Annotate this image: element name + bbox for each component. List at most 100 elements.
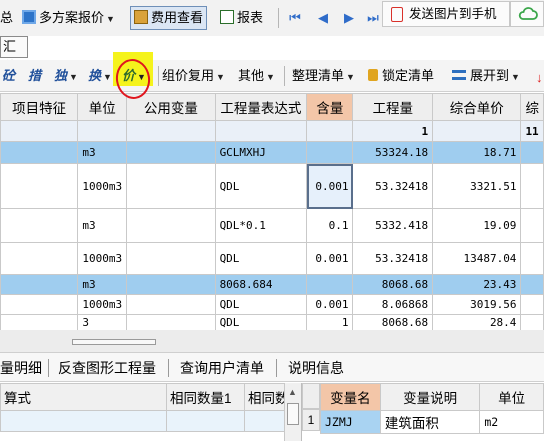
lock-list-button[interactable]: 锁定清单 <box>368 66 434 86</box>
cell-expression[interactable]: QDL <box>214 314 308 331</box>
quantity-detail-panel: 算式 相同数量1 相同数 ▲ <box>0 383 302 441</box>
first-page-icon[interactable]: ⏮ <box>288 9 302 27</box>
send-image-to-phone-button[interactable]: 发送图片到手机 <box>382 1 510 27</box>
cell-content[interactable] <box>306 274 354 295</box>
cell-content[interactable]: 0.1 <box>306 208 354 243</box>
summary-next: 11 <box>520 120 544 142</box>
col-header-total[interactable]: 综 <box>520 93 544 121</box>
cell-unit[interactable]: 3 <box>77 314 128 331</box>
cell-content[interactable]: 0.001 <box>306 294 354 315</box>
cell-expression[interactable]: GCLMXHJ <box>214 141 308 164</box>
table-row[interactable]: m3 QDL*0.1 0.1 5332.418 19.09 <box>0 208 544 243</box>
cell-expression[interactable]: 8068.684 <box>214 274 308 295</box>
next-page-icon[interactable]: ▶ <box>342 9 356 27</box>
cell-quantity[interactable]: 53.32418 <box>352 242 434 275</box>
tab-description[interactable]: 说明信息 <box>288 353 344 383</box>
cell-expression[interactable]: QDL <box>214 163 308 209</box>
col-header-same-qty-1[interactable]: 相同数量1 <box>166 383 245 411</box>
independent-button[interactable]: 独 ▼ <box>54 66 78 86</box>
cell-unit-price[interactable]: 13487.04 <box>432 242 522 275</box>
fee-view-button[interactable]: 费用查看 <box>130 6 208 30</box>
lock-icon <box>368 69 378 81</box>
cell-unit[interactable]: m3 <box>77 274 128 295</box>
other-menu[interactable]: 其他 ▼ <box>238 66 275 86</box>
variable-table: 变量名 变量说明 单位 JZMJ 建筑面积 m2 <box>320 383 544 434</box>
cell-unit-price[interactable]: 18.71 <box>432 141 522 164</box>
replace-button[interactable]: 换 ▼ <box>88 66 112 86</box>
scrollbar-thumb[interactable] <box>287 403 299 425</box>
cell-quantity[interactable]: 53.32418 <box>352 163 434 209</box>
chevron-down-icon: ▼ <box>511 72 520 82</box>
table-row[interactable]: 1000m3 QDL 0.001 8.06868 3019.56 <box>0 294 544 315</box>
col-header-feature[interactable]: 项目特征 <box>0 93 79 121</box>
table-row[interactable]: m3 GCLMXHJ 53324.18 18.71 <box>0 141 544 164</box>
summary-menu[interactable]: 总 <box>0 7 13 29</box>
table-row[interactable]: 3 QDL 1 8068.68 28.4 <box>0 314 544 331</box>
table-row[interactable] <box>0 410 293 432</box>
col-header-variable-name[interactable]: 变量名 <box>320 383 381 411</box>
organize-list-menu[interactable]: 整理清单 ▼ <box>292 66 355 86</box>
cell-unit[interactable]: m3 <box>77 141 128 164</box>
cell-unit[interactable]: m3 <box>77 208 128 243</box>
cell-unit-price[interactable]: 23.43 <box>432 274 522 295</box>
col-header-quantity[interactable]: 工程量 <box>352 93 434 121</box>
multi-plan-quote-menu[interactable]: 多方案报价 ▼ <box>22 7 115 29</box>
tab-summary[interactable]: 汇总 <box>0 36 28 74</box>
cell-unit[interactable]: 1000m3 <box>77 294 128 315</box>
vertical-scrollbar[interactable]: ▲ <box>284 383 301 441</box>
col-header-formula[interactable]: 算式 <box>0 383 167 411</box>
cell-unit[interactable]: 1000m3 <box>77 163 128 209</box>
cell-quantity[interactable]: 8068.68 <box>352 274 434 295</box>
cell-expression[interactable]: QDL*0.1 <box>214 208 308 243</box>
cell-quantity[interactable]: 53324.18 <box>352 141 434 164</box>
splitter-handle[interactable] <box>72 339 156 345</box>
cell-expression[interactable]: QDL <box>214 294 308 315</box>
cell-variable-desc[interactable]: 建筑面积 <box>379 410 481 434</box>
table-row[interactable]: JZMJ 建筑面积 m2 <box>320 410 544 434</box>
col-header-unit[interactable]: 单位 <box>77 93 128 121</box>
summary-quantity: 1 <box>352 120 434 142</box>
group-reuse-menu[interactable]: 组价复用 ▼ <box>162 66 225 86</box>
summary-row[interactable]: 1 11 <box>0 120 544 142</box>
cell-content[interactable] <box>306 141 354 164</box>
cell-unit-price[interactable]: 19.09 <box>432 208 522 243</box>
toolbar-separator <box>158 66 159 86</box>
col-header-content[interactable]: 含量 <box>306 93 354 121</box>
cell-unit-price[interactable]: 28.4 <box>432 314 522 331</box>
col-header-variable-unit[interactable]: 单位 <box>479 383 544 411</box>
tab-user-list-query[interactable]: 查询用户清单 <box>180 353 264 383</box>
cell-quantity[interactable]: 5332.418 <box>352 208 434 243</box>
tab-quantity-detail[interactable]: 量明细 <box>0 353 42 383</box>
cell-quantity[interactable]: 8068.68 <box>352 314 434 331</box>
phone-icon <box>391 7 403 22</box>
cell-content[interactable]: 0.001 <box>306 242 354 275</box>
more-icon[interactable]: ↓ <box>536 70 544 85</box>
cell-variable-name[interactable]: JZMJ <box>320 410 381 434</box>
cell-content[interactable]: 0.001 <box>306 163 354 209</box>
cell-variable-unit[interactable]: m2 <box>479 410 544 434</box>
table-row[interactable]: m3 8068.684 8068.68 23.43 <box>0 274 544 295</box>
concrete-button[interactable]: 砼 <box>2 66 15 86</box>
previous-page-icon[interactable]: ◀ <box>316 9 330 27</box>
cell-unit-price[interactable]: 3321.51 <box>432 163 522 209</box>
col-header-expression[interactable]: 工程量表达式 <box>214 93 308 121</box>
report-button[interactable]: 报表 <box>220 7 263 29</box>
table-row[interactable]: 1000m3 QDL 0.001 53.32418 13487.04 <box>0 242 544 275</box>
cell-unit-price[interactable]: 3019.56 <box>432 294 522 315</box>
col-header-variable-desc[interactable]: 变量说明 <box>379 383 481 411</box>
panel-splitter[interactable] <box>0 330 544 352</box>
cell-content[interactable]: 1 <box>306 314 354 331</box>
col-header-unit-price[interactable]: 综合单价 <box>432 93 522 121</box>
table-header-row: 算式 相同数量1 相同数 <box>0 383 293 411</box>
scroll-up-icon[interactable]: ▲ <box>288 387 297 397</box>
expand-to-menu[interactable]: 展开到 ▼ <box>452 66 520 86</box>
cell-quantity[interactable]: 8.06868 <box>352 294 434 315</box>
table-row[interactable]: 1000m3 QDL 0.001 53.32418 3321.51 <box>0 163 544 209</box>
fee-icon <box>134 10 148 24</box>
cloud-button[interactable] <box>510 1 544 27</box>
tab-reverse-lookup-graphic[interactable]: 反查图形工程量 <box>58 353 156 383</box>
cell-expression[interactable]: QDL <box>214 242 308 275</box>
cell-unit[interactable]: 1000m3 <box>77 242 128 275</box>
measure-button[interactable]: 措 <box>28 66 41 86</box>
last-page-icon[interactable]: ⏭ <box>366 9 380 27</box>
